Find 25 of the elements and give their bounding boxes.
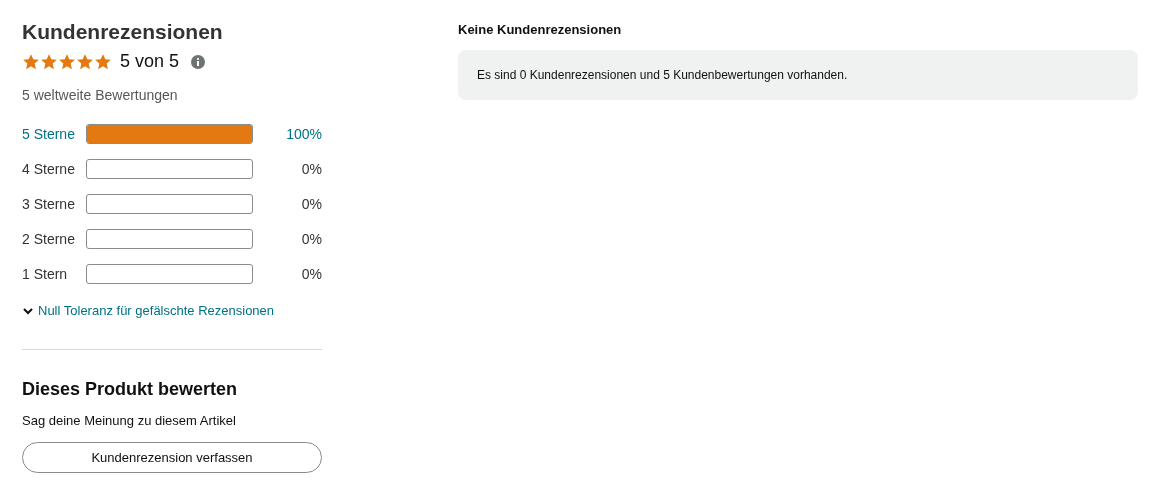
star-icon [58, 52, 76, 71]
message-text: Es sind 0 Kundenrezensionen und 5 Kundenbewertungen vorhanden. [477, 66, 848, 84]
percentage: 0% [300, 159, 322, 179]
star-level-label: 2 Sterne [22, 229, 76, 249]
star-level-label[interactable]: 5 Sterne [22, 123, 86, 145]
write-review-button[interactable]: Kundenrezension verfassen [22, 442, 322, 473]
star-icon [22, 52, 40, 71]
star-level-label: 4 Sterne [22, 159, 76, 179]
reviews-title: Keine Kundenrezensionen [458, 21, 623, 39]
star-icon [40, 52, 58, 71]
policy-link[interactable]: Null Toleranz für gefälschte Rezensionen [38, 301, 275, 321]
star-icon [94, 52, 112, 71]
percentage: 0% [300, 229, 322, 249]
percentage: 0% [300, 194, 322, 214]
star-level-label: 1 Stern [22, 264, 69, 284]
section-title: Dieses Produkt bewerten [22, 377, 239, 401]
prompt-text: Sag deine Meinung zu diesem Artikel [22, 411, 237, 430]
section-title: Kundenrezensionen [22, 19, 224, 45]
ratings-count: 5 weltweite Bewertungen [22, 86, 179, 105]
percentage[interactable]: 100% [253, 123, 322, 145]
percentage: 0% [300, 264, 322, 284]
rating-text: 5 von 5 [120, 50, 180, 73]
star-icon [76, 52, 94, 71]
star-level-label: 3 Sterne [22, 194, 76, 214]
info-icon[interactable] [191, 54, 206, 69]
